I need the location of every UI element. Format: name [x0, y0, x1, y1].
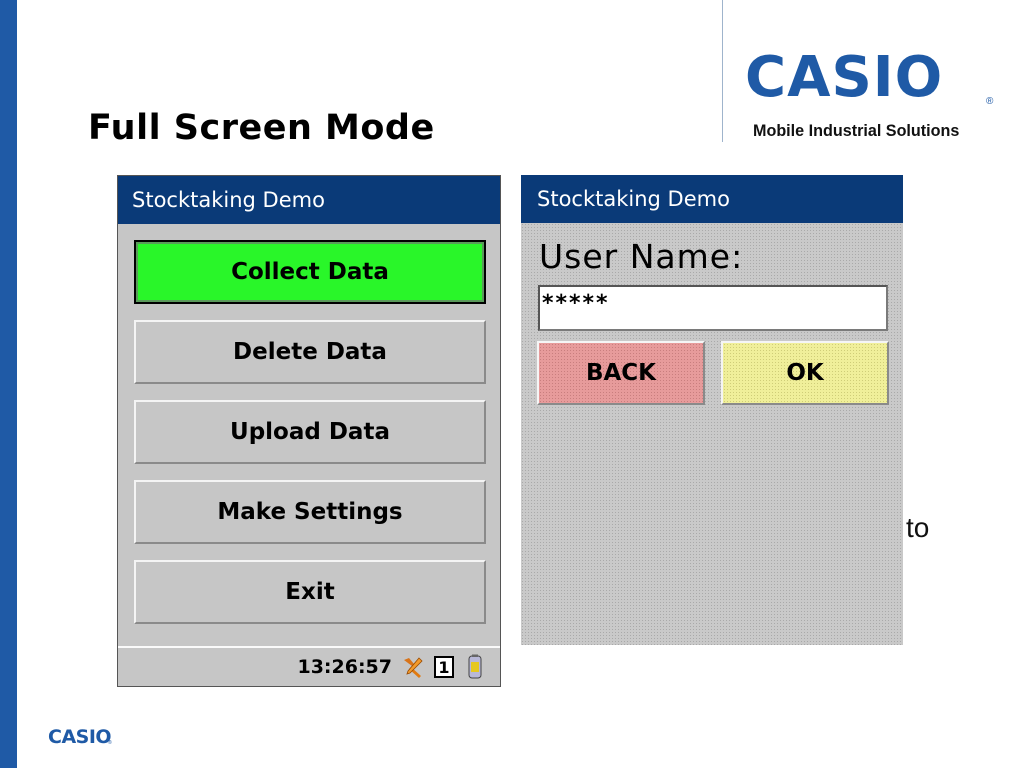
button-label: Exit	[285, 579, 335, 605]
app-titlebar: Stocktaking Demo	[118, 176, 500, 224]
upload-data-button[interactable]: Upload Data	[134, 400, 486, 464]
device-screen-login: Stocktaking Demo User Name: ***** BACK O…	[521, 175, 903, 645]
slide-title: Full Screen Mode	[88, 108, 435, 148]
footer-registered-mark: ®	[108, 740, 112, 746]
status-bar: 13:26:57 1	[118, 646, 500, 686]
registered-mark: ®	[986, 96, 994, 107]
button-label: Upload Data	[230, 419, 390, 445]
battery-icon[interactable]	[462, 654, 488, 680]
logo-tagline: Mobile Industrial Solutions	[753, 121, 960, 140]
app-titlebar: Stocktaking Demo	[521, 175, 903, 223]
user-name-label: User Name:	[539, 237, 744, 276]
delete-data-button[interactable]: Delete Data	[134, 320, 486, 384]
button-label: Make Settings	[217, 499, 403, 525]
tools-icon[interactable]	[400, 654, 426, 680]
header-divider	[722, 0, 723, 142]
button-label: OK	[786, 360, 824, 386]
make-settings-button[interactable]: Make Settings	[134, 480, 486, 544]
casio-logo: CASIO	[745, 45, 944, 110]
button-label: Delete Data	[233, 339, 387, 365]
footer-casio-logo: CASIO	[48, 726, 112, 748]
back-button[interactable]: BACK	[537, 341, 705, 405]
app-title: Stocktaking Demo	[537, 187, 730, 211]
user-name-input[interactable]: *****	[538, 285, 888, 331]
exit-button[interactable]: Exit	[134, 560, 486, 624]
button-label: Collect Data	[231, 259, 389, 285]
slide-body-text: to	[906, 512, 930, 543]
input-mode-icon[interactable]: 1	[434, 656, 454, 678]
device-screen-menu: Stocktaking Demo Collect Data Delete Dat…	[117, 175, 501, 687]
status-clock: 13:26:57	[297, 656, 392, 678]
collect-data-button[interactable]: Collect Data	[134, 240, 486, 304]
ok-button[interactable]: OK	[721, 341, 889, 405]
button-label: BACK	[585, 360, 657, 386]
app-title: Stocktaking Demo	[132, 188, 325, 212]
left-accent-bar	[0, 0, 17, 768]
